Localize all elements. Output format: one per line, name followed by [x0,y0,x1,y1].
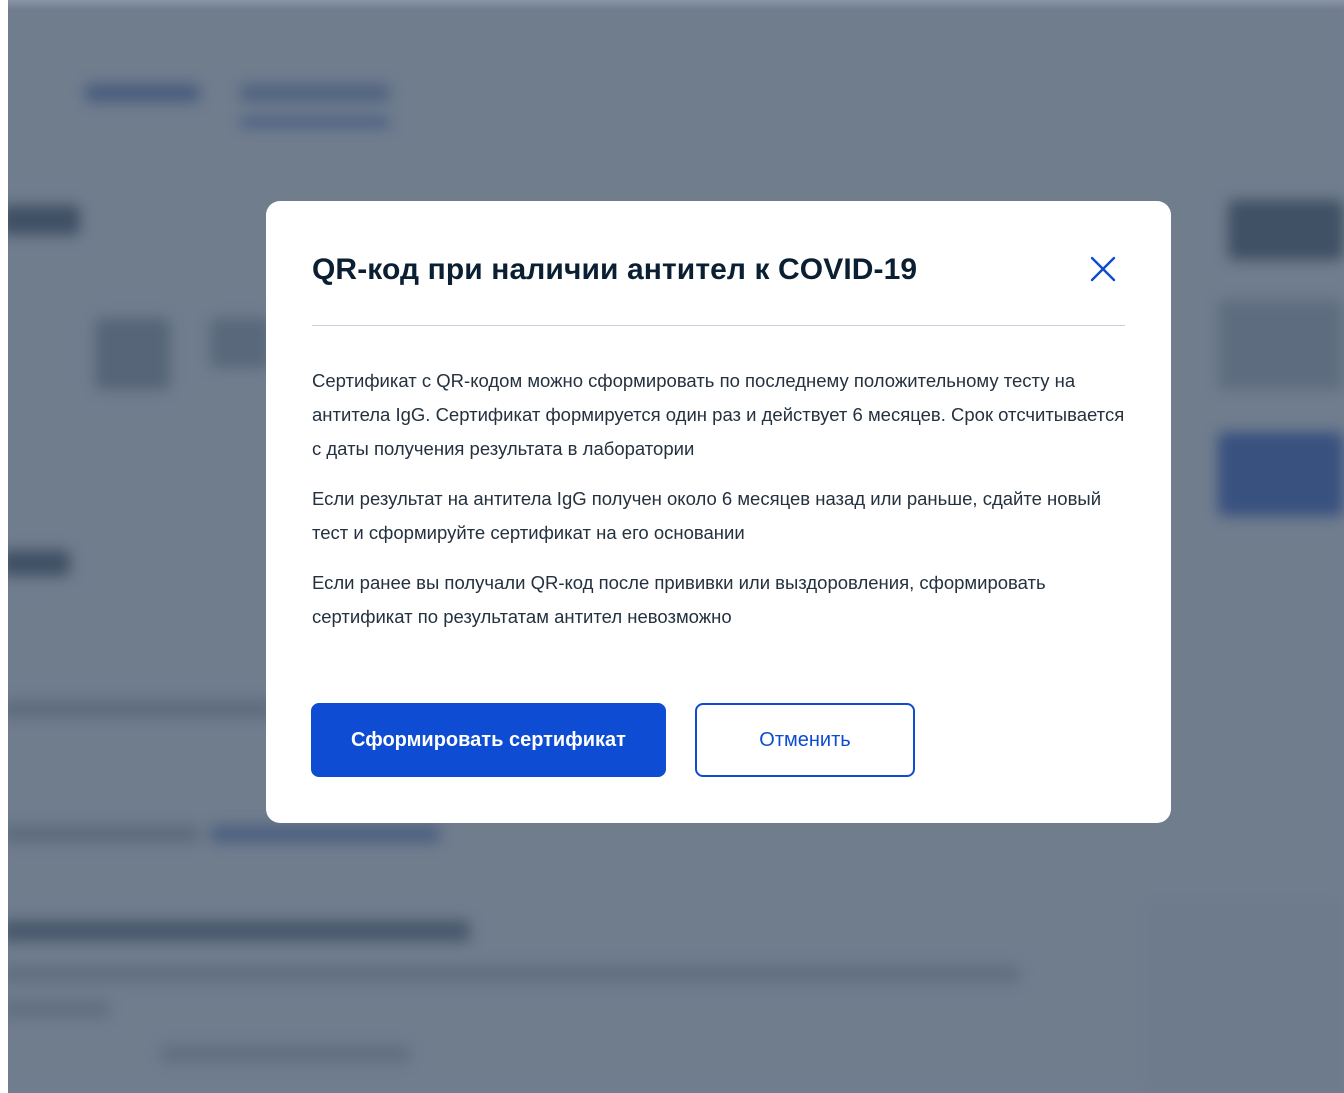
modal-paragraph: Если результат на антитела IgG получен о… [312,488,1102,543]
generate-certificate-button[interactable]: Сформировать сертификат [311,703,666,777]
modal-paragraph: Если ранее вы получали QR-код после прив… [312,572,1046,627]
cancel-button[interactable]: Отменить [695,703,915,777]
window-left-edge [0,0,8,1093]
modal-actions: Сформировать сертификат Отменить [311,703,915,777]
close-icon [1090,256,1116,282]
modal-paragraph: Сертификат с QR-кодом можно сформировать… [312,370,1125,459]
modal-body: Сертификат с QR-кодом можно сформировать… [312,326,1125,634]
overlay-top-shade [0,0,1344,10]
modal-dialog: QR-код при наличии антител к COVID-19 Се… [266,201,1171,823]
close-button[interactable] [1089,255,1117,283]
modal-header: QR-код при наличии антител к COVID-19 [312,201,1125,326]
modal-title: QR-код при наличии антител к COVID-19 [312,253,918,286]
